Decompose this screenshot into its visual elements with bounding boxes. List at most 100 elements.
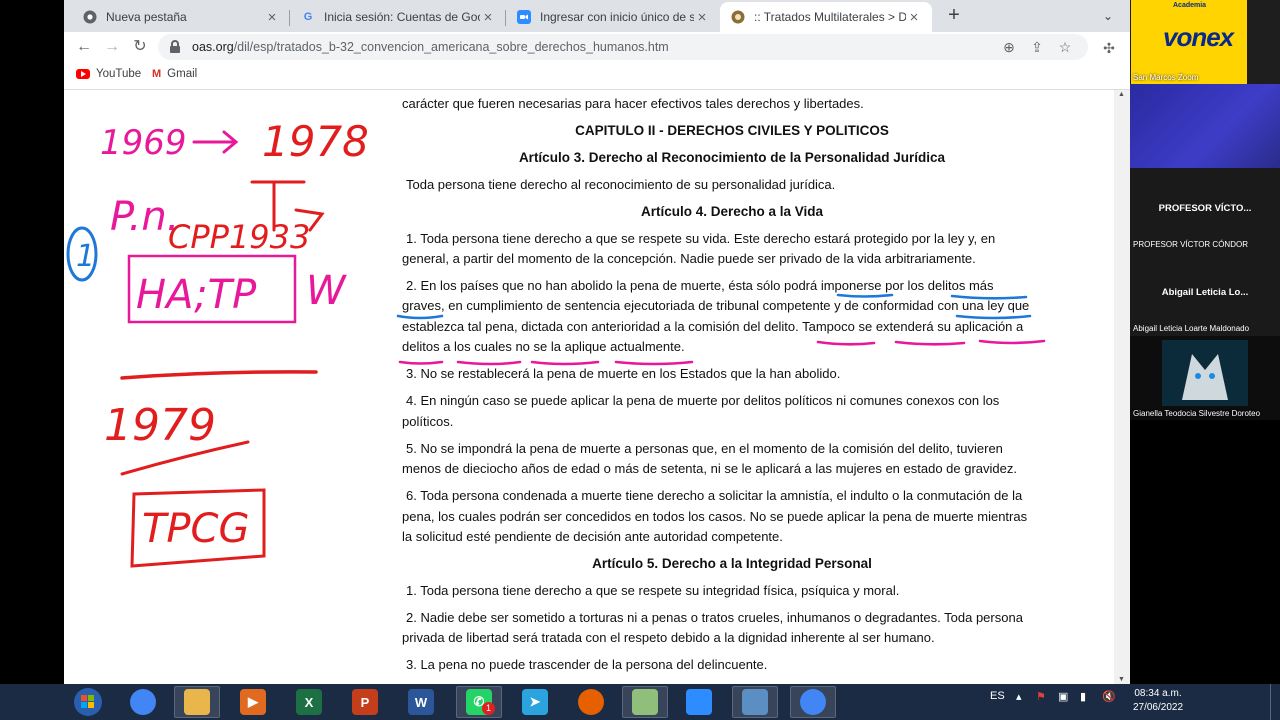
new-tab-plus-icon[interactable]: + [942,4,966,28]
blue-underline [396,314,444,320]
blue-underline [836,293,894,298]
tab-new-tab[interactable]: Nueva pestaña × [72,2,290,32]
back-arrow-icon[interactable]: ← [72,35,96,59]
taskbar-button-file-explorer[interactable] [174,686,220,718]
taskbar-button-whatsapp[interactable]: ✆ 1 [456,686,502,718]
scroll-up-arrow-icon[interactable]: ▲ [1118,91,1125,98]
start-button[interactable] [66,686,110,718]
participant-tile-abigail[interactable]: Abigail Leticia Lo... Abigail Leticia Lo… [1130,252,1280,336]
close-icon[interactable]: × [264,9,280,26]
gmail-icon: M [152,68,162,80]
zoom-magnifier-icon[interactable]: ⊕ [1000,38,1018,56]
word-icon: W [408,689,434,715]
taskbar-button-excel[interactable]: X [286,686,332,718]
taskbar-button-media-player[interactable]: ▶ [230,686,276,718]
taskbar-button-powerpoint[interactable]: P [342,686,388,718]
handwritten-year-1978: 1978 [262,117,369,166]
pink-underline [894,340,966,346]
windows-taskbar: ▶ X P W ✆ 1 ➤ ES ▴ ⚑ ▣ ▮ 🔇 08:34 a.m. 27/06/20… [0,684,1280,720]
handwritten-cpp1933: CPP1933 [168,218,310,256]
pink-underline [530,360,600,366]
forward-arrow-icon[interactable]: → [100,35,124,59]
pink-underline [456,360,522,366]
participant-tile-gianella[interactable]: Gianella Teodocia Silvestre Doroteo [1130,336,1280,420]
red-line [120,370,318,380]
powerpoint-icon: P [352,689,378,715]
scroll-down-arrow-icon[interactable]: ▼ [1118,676,1125,683]
close-icon[interactable]: × [906,9,922,26]
taskbar-button-photos[interactable] [732,686,778,718]
participant-tile-san-marcos[interactable]: Academia vonex San Marcos Zoom [1130,0,1280,84]
photos-icon [742,689,768,715]
tab-tratados[interactable]: :: Tratados Multilaterales > Departament… [720,2,932,32]
taskbar-button-chrome[interactable] [120,686,166,718]
google-icon: G [303,11,313,23]
handwritten-year-1969: 1969 [100,123,187,163]
zoom-participants-panel: Academia vonex San Marcos Zoom PROFESOR … [1130,0,1280,420]
show-hidden-icons-icon[interactable]: ▴ [1016,690,1022,703]
close-icon[interactable]: × [480,9,496,26]
chrome-icon [82,9,98,25]
reload-icon[interactable]: ↻ [128,35,152,59]
bookmark-star-icon[interactable]: ☆ [1056,38,1074,56]
participant-display-name: Abigail Leticia Lo... [1161,287,1249,298]
participant-tile-profesor[interactable]: PROFESOR VÍCTO... PROFESOR VÍCTOR CÓNDOR [1130,168,1280,252]
screen: Nueva pestaña × G Inicia sesión: Cuentas… [0,0,1280,720]
url-text[interactable]: oas.org/dil/esp/tratados_b-32_convencion… [192,40,669,54]
bookmark-gmail[interactable]: M Gmail [152,68,197,80]
page-viewport: carácter que fueren necesarias para hace… [64,90,1130,684]
extensions-puzzle-icon[interactable]: ✣ [1100,39,1118,57]
taskbar-button-whiteboard[interactable] [622,686,668,718]
blue-underline [955,314,1032,320]
participant-name: Abigail Leticia Loarte Maldonado [1133,324,1250,333]
language-indicator[interactable]: ES [990,690,1005,702]
network-signal-icon[interactable]: ▮ [1080,690,1086,703]
tab-zoom-sso[interactable]: Ingresar con inicio único de sesión × [506,2,720,32]
vertical-scrollbar[interactable]: ▲ ▼ [1114,90,1130,684]
tab-strip: Nueva pestaña × G Inicia sesión: Cuentas… [64,0,1130,32]
taskbar-button-firefox[interactable] [568,686,614,718]
bookmark-youtube[interactable]: YouTube [76,68,141,80]
device-icon[interactable]: ▣ [1058,690,1068,703]
chrome-icon [130,689,156,715]
browser-window: Nueva pestaña × G Inicia sesión: Cuentas… [64,0,1130,684]
zoom-icon [516,9,532,25]
taskbar-button-word[interactable]: W [398,686,444,718]
tab-title: Ingresar con inicio único de sesión [540,10,694,24]
whiteboard-icon [632,689,658,715]
security-flag-icon[interactable]: ⚑ [1036,690,1046,703]
notification-badge: 1 [482,702,495,715]
taskbar-button-chrome[interactable] [790,686,836,718]
vonex-logo: Academia vonex [1131,0,1247,84]
close-icon[interactable]: × [694,9,710,26]
show-desktop-button[interactable] [1270,684,1280,720]
pink-underline [398,360,444,365]
youtube-icon [76,69,90,79]
share-icon[interactable]: ⇪ [1028,38,1046,56]
participant-name: Gianella Teodocia Silvestre Doroteo [1133,409,1261,418]
participant-tile-video[interactable] [1130,84,1280,168]
taskbar-button-telegram[interactable]: ➤ [512,686,558,718]
whiteboard-annotations: 1969 1978 P.n. CPP1933 1 HA;TP W 1979 TP… [66,117,369,568]
browser-toolbar: ← → ↻ oas.org/dil/esp/tratados_b-32_conv… [64,32,1130,62]
tab-google-login[interactable]: G Inicia sesión: Cuentas de Google × [290,2,506,32]
handwritten-number-1: 1 [76,239,95,274]
volume-muted-icon[interactable]: 🔇 [1102,690,1116,703]
bookmarks-bar: YouTube M Gmail [64,62,1130,90]
system-clock[interactable]: 08:34 a.m. 27/06/2022 [1122,687,1194,715]
tab-title: Inicia sesión: Cuentas de Google [324,10,480,24]
file-explorer-icon [184,689,210,715]
participant-display-name: PROFESOR VÍCTO... [1158,203,1252,214]
pink-underline [816,340,876,346]
firefox-icon [578,689,604,715]
tab-title: :: Tratados Multilaterales > Departament… [754,10,906,24]
chevron-down-icon[interactable]: ⌄ [1096,6,1120,26]
media-player-icon: ▶ [240,689,266,715]
handwritten-year-1979: 1979 [104,400,216,451]
arrow-icon [192,130,239,154]
address-bar[interactable]: oas.org/dil/esp/tratados_b-32_convencion… [158,34,1088,60]
handwritten-tpcg: TPCG [142,506,249,552]
taskbar-button-zoom[interactable] [676,686,722,718]
oas-icon [730,9,746,25]
wolf-logo [1162,340,1248,406]
